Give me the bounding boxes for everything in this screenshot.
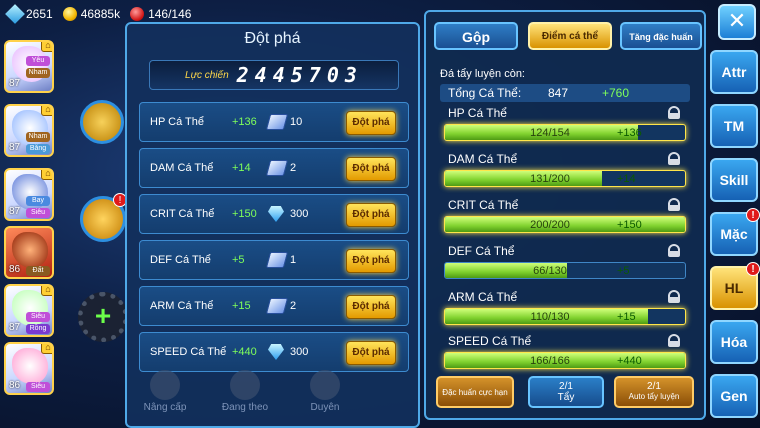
lock-icon: ⌂ xyxy=(41,344,52,354)
remaining-stones-label: Đá tẩy luyện còn: xyxy=(440,68,525,80)
bag-icon[interactable]: ! xyxy=(80,193,127,242)
energy-resource: 2651 xyxy=(5,4,53,24)
scroll-icon xyxy=(265,114,289,130)
equipment-icon[interactable] xyxy=(80,100,124,144)
tab-special-training[interactable]: Tăng đặc huấn xyxy=(620,22,702,50)
lock-icon[interactable] xyxy=(668,244,680,257)
lock-icon: ⌂ xyxy=(41,286,52,296)
breakthrough-row: HP Cá Thể +136 10 Đột phá xyxy=(139,102,409,142)
pet-slot[interactable]: Siêu Rồng 87 ⌂ xyxy=(4,284,54,337)
breakthrough-button[interactable]: Đột phá xyxy=(346,157,396,181)
breakthrough-button[interactable]: Đột phá xyxy=(346,295,396,319)
breakthrough-row: ARM Cá Thể +15 2 Đột phá xyxy=(139,286,409,326)
tab-individual-points[interactable]: Điểm cá thể xyxy=(528,22,612,50)
follow-icon xyxy=(230,370,260,400)
breakthrough-button[interactable]: Đột phá xyxy=(346,111,396,135)
pet-slot[interactable]: Đất 86 xyxy=(4,226,54,279)
stamina-resource: 146/146 xyxy=(130,7,191,21)
lock-icon[interactable] xyxy=(668,152,680,165)
training-panel: Gộp Điểm cá thể Tăng đặc huấn Đá tẩy luy… xyxy=(424,10,706,420)
stat-hp: HP Cá Thể 124/154 +136 xyxy=(440,106,690,151)
sidebar-item-hoa[interactable]: Hóa xyxy=(710,320,758,364)
tab-merge[interactable]: Gộp xyxy=(434,22,518,50)
sidebar-item-attr[interactable]: Attr xyxy=(710,50,758,94)
breakthrough-panel: Đột phá Lực chiến 2445703 HP Cá Thể +136… xyxy=(125,22,420,428)
scroll-icon xyxy=(265,252,289,268)
stat-bar: 124/154 +136 xyxy=(444,124,686,141)
stat-bar: 131/200 +14 xyxy=(444,170,686,187)
lock-icon[interactable] xyxy=(668,198,680,211)
breakthrough-row: DEF Cá Thể +5 1 Đột phá xyxy=(139,240,409,280)
pet-slot[interactable]: Bay Siêu 87 ⌂ xyxy=(4,168,54,221)
sidebar-item-tm[interactable]: TM xyxy=(710,104,758,148)
stat-arm: ARM Cá Thể 110/130 +15 xyxy=(440,290,690,335)
wash-button[interactable]: 2/1 Tẩy xyxy=(528,376,604,408)
lock-icon[interactable] xyxy=(668,290,680,303)
extreme-training-button[interactable]: Đặc huấn cực hạn xyxy=(436,376,514,408)
upgrade-icon xyxy=(150,370,180,400)
stat-bar: 166/166 +440 xyxy=(444,352,686,369)
pet-slot[interactable]: Siêu 86 ⌂ xyxy=(4,342,54,395)
scroll-icon xyxy=(265,298,289,314)
follow-nav[interactable]: Đang theo xyxy=(215,370,275,413)
breakthrough-row: SPEED Cá Thể +440 300 Đột phá xyxy=(139,332,409,372)
add-skill-icon[interactable]: + xyxy=(78,292,128,342)
breakthrough-row: CRIT Cá Thể +150 300 Đột phá xyxy=(139,194,409,234)
lock-icon: ⌂ xyxy=(41,170,52,180)
pet-slot[interactable]: Yêu Nham 87 ⌂ xyxy=(4,40,54,93)
stat-bar: 66/130 +5 xyxy=(444,262,686,279)
gold-resource: 46885k xyxy=(62,7,120,21)
pet-slot[interactable]: Nham Băng 87 ⌂ xyxy=(4,104,54,157)
gold-coin-icon xyxy=(62,7,77,21)
bond-nav[interactable]: Duyên xyxy=(295,370,355,413)
sidebar-item-hl[interactable]: HL! xyxy=(710,262,760,310)
sidebar-item-skill[interactable]: Skill xyxy=(710,158,758,202)
sidebar-item-mac[interactable]: Mặc! xyxy=(710,208,760,256)
lock-icon: ⌂ xyxy=(41,42,52,52)
combat-power: Lực chiến 2445703 xyxy=(149,60,399,90)
lock-icon[interactable] xyxy=(668,106,680,119)
apple-icon xyxy=(130,7,145,21)
breakthrough-button[interactable]: Đột phá xyxy=(346,341,396,365)
stat-crit: CRIT Cá Thể 200/200 +150 xyxy=(440,198,690,243)
stat-bar: 110/130 +15 xyxy=(444,308,686,325)
breakthrough-row: DAM Cá Thể +14 2 Đột phá xyxy=(139,148,409,188)
stat-speed: SPEED Cá Thể 166/166 +440 xyxy=(440,334,690,379)
energy-icon xyxy=(5,4,25,24)
breakthrough-button[interactable]: Đột phá xyxy=(346,249,396,273)
panel-title: Đột phá xyxy=(244,30,301,47)
diamond-icon xyxy=(268,344,284,360)
sidebar-item-gen[interactable]: Gen xyxy=(710,374,758,418)
stat-bar: 200/200 +150 xyxy=(444,216,686,233)
pet-portrait xyxy=(12,232,48,268)
stat-dam: DAM Cá Thể 131/200 +14 xyxy=(440,152,690,197)
diamond-icon xyxy=(268,206,284,222)
total-individual: Tổng Cá Thể: 847 +760 xyxy=(440,84,690,102)
auto-wash-button[interactable]: 2/1 Auto tẩy luyện xyxy=(614,376,694,408)
stat-def: DEF Cá Thể 66/130 +5 xyxy=(440,244,690,289)
close-button[interactable]: ✕ xyxy=(718,4,756,40)
lock-icon[interactable] xyxy=(668,334,680,347)
lock-icon: ⌂ xyxy=(41,106,52,116)
upgrade-nav[interactable]: Nâng cấp xyxy=(135,370,195,413)
scroll-icon xyxy=(265,160,289,176)
bottom-nav-dimmed: Nâng cấp Đang theo Duyên xyxy=(135,370,415,420)
breakthrough-button[interactable]: Đột phá xyxy=(346,203,396,227)
close-icon: ✕ xyxy=(727,8,747,33)
bond-icon xyxy=(310,370,340,400)
